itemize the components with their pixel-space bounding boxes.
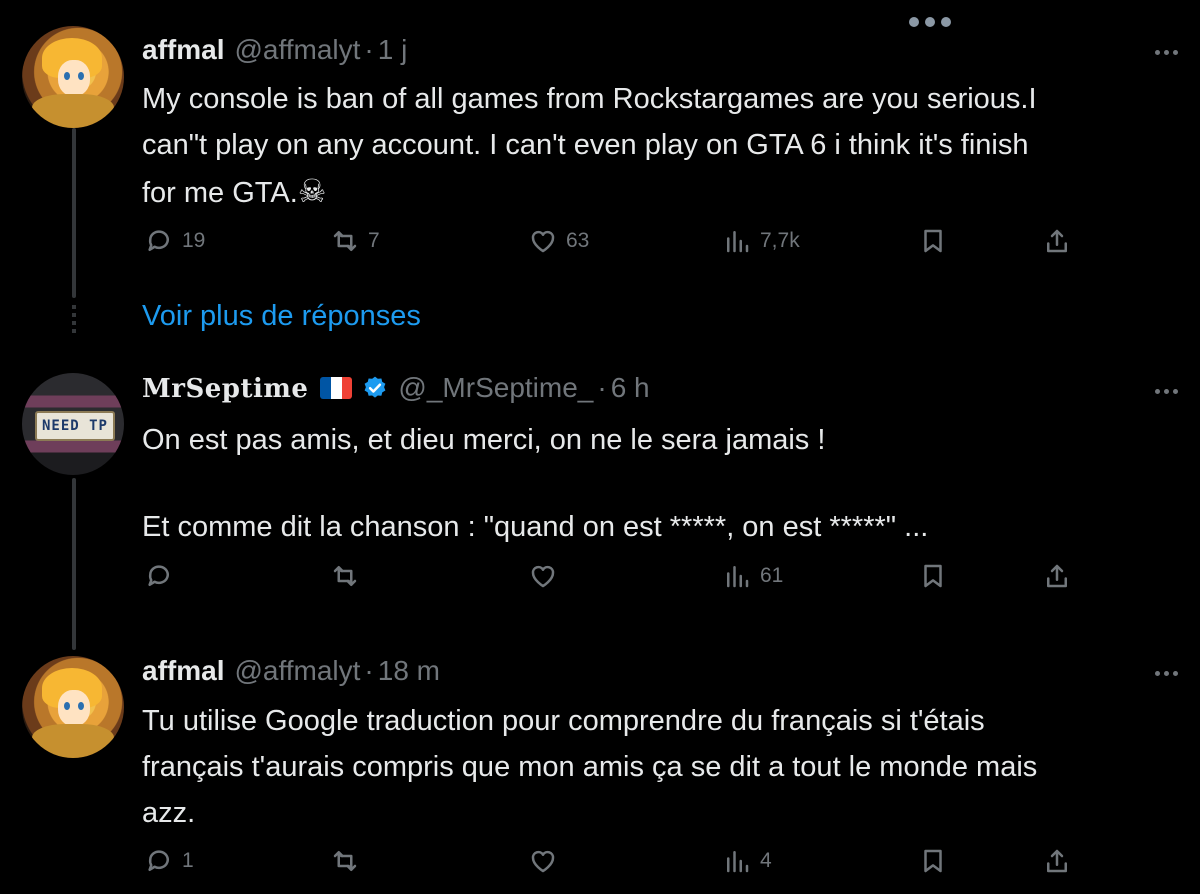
tweet-text: On est pas amis, et dieu merci, on ne le…: [142, 417, 1172, 550]
bookmark-button[interactable]: [918, 846, 948, 876]
like-button[interactable]: 63: [528, 226, 589, 256]
tweet-text-line: français t'aurais compris que mon amis ç…: [142, 751, 1038, 783]
share-button[interactable]: [1042, 226, 1072, 256]
flag-stripe-blue: [320, 377, 332, 399]
separator: ·: [364, 34, 374, 65]
views-button[interactable]: 7,7k: [722, 226, 800, 256]
repost-icon: [333, 231, 357, 251]
conversation-more-icon[interactable]: [905, 12, 955, 32]
reply-icon: [148, 230, 169, 251]
views-icon: [727, 231, 749, 253]
reply-count: 19: [182, 229, 206, 252]
avatar-affmal[interactable]: [22, 26, 124, 128]
like-icon: [531, 850, 555, 873]
repost-count: 7: [368, 229, 380, 252]
timestamp[interactable]: 1 j: [378, 34, 408, 66]
views-icon: [727, 851, 749, 873]
user-handle[interactable]: @_MrSeptime_: [398, 372, 593, 404]
reply-icon: [148, 565, 169, 586]
view-count: 61: [760, 564, 784, 587]
user-handle[interactable]: @affmalyt: [234, 34, 360, 66]
french-flag-icon: [320, 377, 353, 399]
repost-button[interactable]: [330, 846, 368, 876]
timestamp[interactable]: 6 h: [611, 372, 650, 404]
verified-badge-icon[interactable]: [362, 375, 388, 401]
bookmark-button[interactable]: [918, 226, 948, 256]
repost-icon: [333, 566, 357, 586]
avatar-affmal[interactable]: [22, 656, 124, 758]
tweet-text-line: Tu utilise Google traduction pour compre…: [142, 705, 985, 737]
reply-button[interactable]: 1: [144, 846, 194, 876]
display-name[interactable]: affmal: [142, 655, 224, 687]
like-icon: [531, 230, 555, 253]
share-button[interactable]: [1042, 846, 1072, 876]
more-icon[interactable]: [1155, 50, 1178, 55]
view-count: 4: [760, 849, 772, 872]
share-icon: [1047, 229, 1067, 253]
tweet-text-line: can"t play on any account. I can't even …: [142, 129, 1029, 161]
share-icon: [1047, 564, 1067, 588]
views-button[interactable]: 4: [722, 846, 772, 876]
show-more-replies-link[interactable]: Voir plus de réponses: [142, 300, 421, 333]
separator: ·: [597, 372, 607, 403]
tweet-text: Tu utilise Google traduction pour compre…: [142, 698, 1172, 836]
tweet-text-line: On est pas amis, et dieu merci, on ne le…: [142, 424, 826, 456]
reply-button[interactable]: 19: [144, 226, 205, 256]
reply-icon: [148, 850, 169, 871]
reply-button[interactable]: [144, 561, 182, 591]
more-icon[interactable]: [1155, 671, 1178, 676]
skull-crossbones-icon: ☠: [297, 173, 327, 209]
display-name[interactable]: affmal: [142, 34, 224, 66]
tweet-text-line: for me GTA.☠: [142, 168, 1172, 216]
tweet-text-line: Et comme dit la chanson : "quand on est …: [142, 511, 929, 543]
like-icon: [531, 565, 555, 588]
share-icon: [1047, 849, 1067, 873]
views-button[interactable]: 61: [722, 561, 783, 591]
avatar-mrseptime[interactable]: NEED TP: [22, 373, 124, 475]
flag-stripe-white: [331, 377, 342, 399]
thread-line-dotted: [72, 305, 76, 333]
repost-button[interactable]: 7: [330, 226, 380, 256]
bookmark-button[interactable]: [918, 561, 948, 591]
tweet-text-line: azz.: [142, 797, 196, 829]
timestamp[interactable]: 18 m: [378, 655, 440, 687]
view-count: 7,7k: [760, 229, 800, 252]
user-handle[interactable]: @affmalyt: [234, 655, 360, 687]
bookmark-icon: [924, 564, 942, 588]
like-count: 63: [566, 229, 590, 252]
repost-button[interactable]: [330, 561, 368, 591]
separator: ·: [364, 655, 374, 686]
share-button[interactable]: [1042, 561, 1072, 591]
repost-icon: [333, 851, 357, 871]
reply-count: 1: [182, 849, 194, 872]
display-name[interactable]: MrSeptime: [142, 374, 308, 404]
thread-line-top: [72, 128, 76, 298]
tweet-text: My console is ban of all games from Rock…: [142, 76, 1172, 216]
like-button[interactable]: [528, 561, 566, 591]
tweet-text-line: [142, 463, 1172, 504]
more-icon[interactable]: [1155, 389, 1178, 394]
avatar-plate: NEED TP: [35, 411, 115, 441]
bookmark-icon: [924, 229, 942, 253]
thread-line-lower: [72, 478, 76, 650]
views-icon: [727, 566, 749, 588]
tweet-text-line: My console is ban of all games from Rock…: [142, 83, 1037, 115]
bookmark-icon: [924, 849, 942, 873]
like-button[interactable]: [528, 846, 566, 876]
flag-stripe-red: [341, 377, 353, 399]
